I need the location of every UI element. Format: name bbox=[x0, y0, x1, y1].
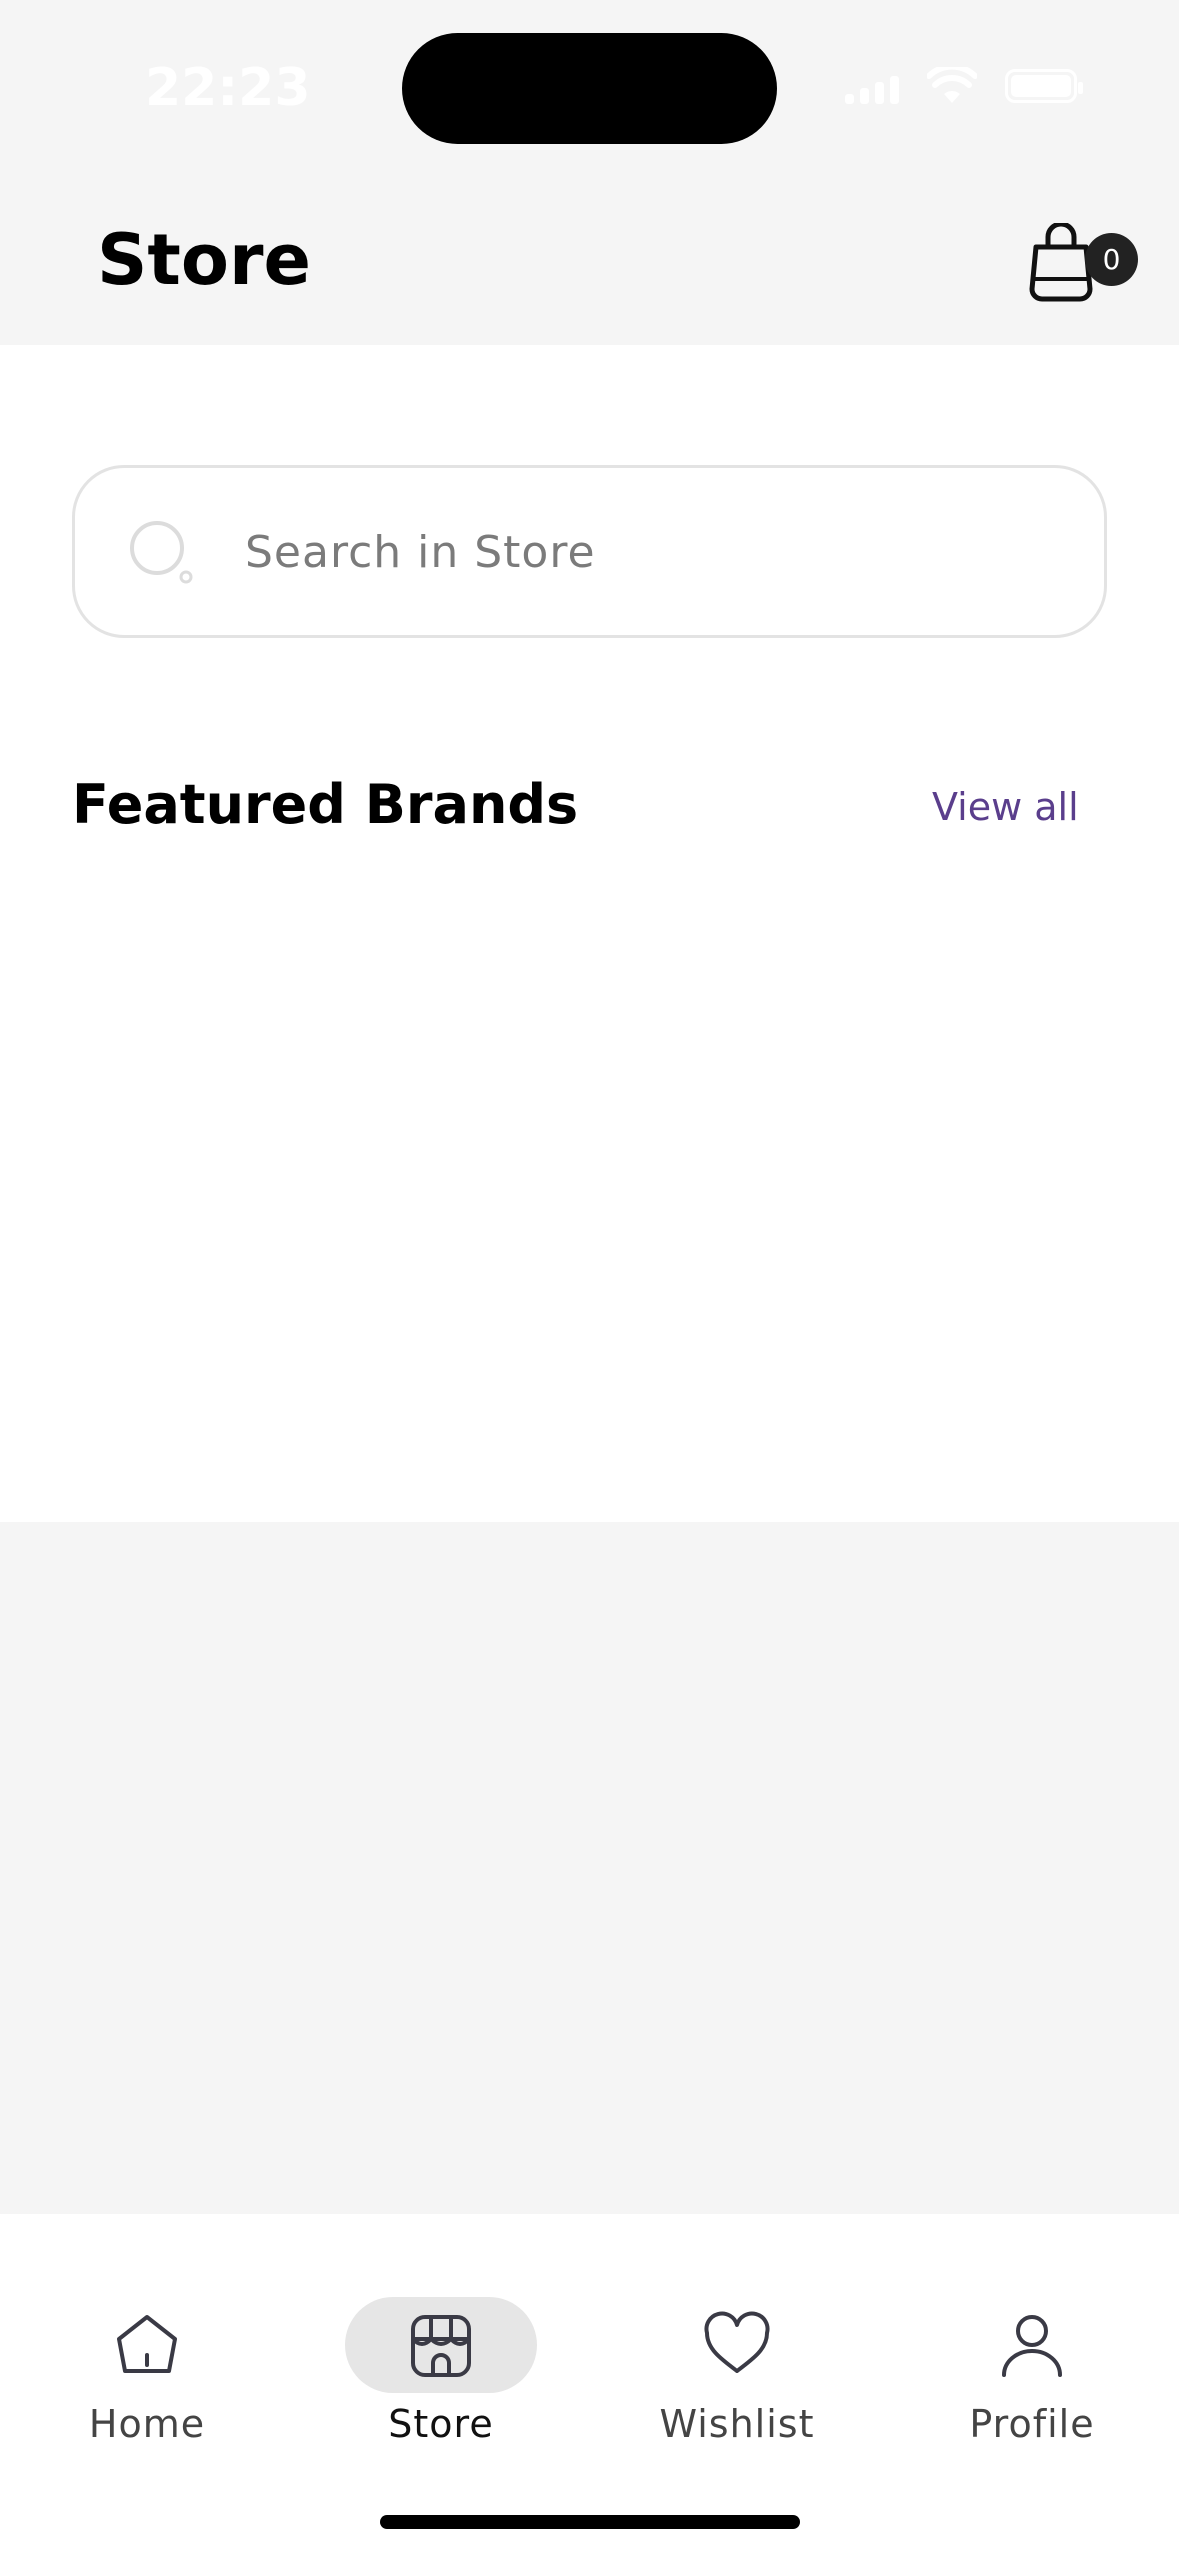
bottom-navigation: Home Store Wishlist Profile bbox=[0, 2214, 1179, 2556]
signal-icon bbox=[845, 68, 899, 104]
app-header: Store 0 bbox=[0, 175, 1179, 345]
wifi-icon bbox=[927, 67, 977, 103]
store-icon bbox=[411, 2315, 471, 2377]
search-input[interactable] bbox=[245, 516, 1065, 588]
user-icon bbox=[1002, 2315, 1062, 2377]
nav-label-home: Home bbox=[88, 2402, 206, 2446]
home-indicator[interactable] bbox=[380, 2515, 800, 2529]
nav-item-store[interactable]: Store bbox=[321, 2254, 561, 2446]
store-screen: 22:23 Store 0 Search in Store Featured B… bbox=[0, 0, 1179, 2556]
battery-icon bbox=[1005, 69, 1083, 103]
search-bar[interactable] bbox=[72, 465, 1107, 638]
nav-label-store: Store bbox=[388, 2402, 494, 2446]
status-time: 22:23 bbox=[145, 58, 311, 118]
nav-label-profile: Profile bbox=[969, 2402, 1095, 2446]
nav-label-wishlist: Wishlist bbox=[659, 2402, 815, 2446]
status-icons bbox=[845, 64, 1083, 108]
store-content: Featured Brands View all bbox=[0, 345, 1179, 1522]
view-all-link[interactable]: View all bbox=[932, 785, 1079, 829]
dynamic-island bbox=[402, 33, 777, 144]
search-icon bbox=[130, 521, 193, 584]
cart-button[interactable]: 0 bbox=[1008, 223, 1138, 333]
status-bar: 22:23 bbox=[0, 0, 1179, 175]
cart-count-badge: 0 bbox=[1085, 233, 1138, 286]
heart-icon bbox=[704, 2311, 770, 2373]
page-title: Store bbox=[97, 219, 311, 301]
nav-item-home[interactable]: Home bbox=[27, 2254, 267, 2446]
home-icon bbox=[117, 2315, 177, 2373]
featured-brands-title: Featured Brands bbox=[72, 773, 579, 836]
nav-item-wishlist[interactable]: Wishlist bbox=[617, 2254, 857, 2446]
nav-item-profile[interactable]: Profile bbox=[912, 2254, 1152, 2446]
